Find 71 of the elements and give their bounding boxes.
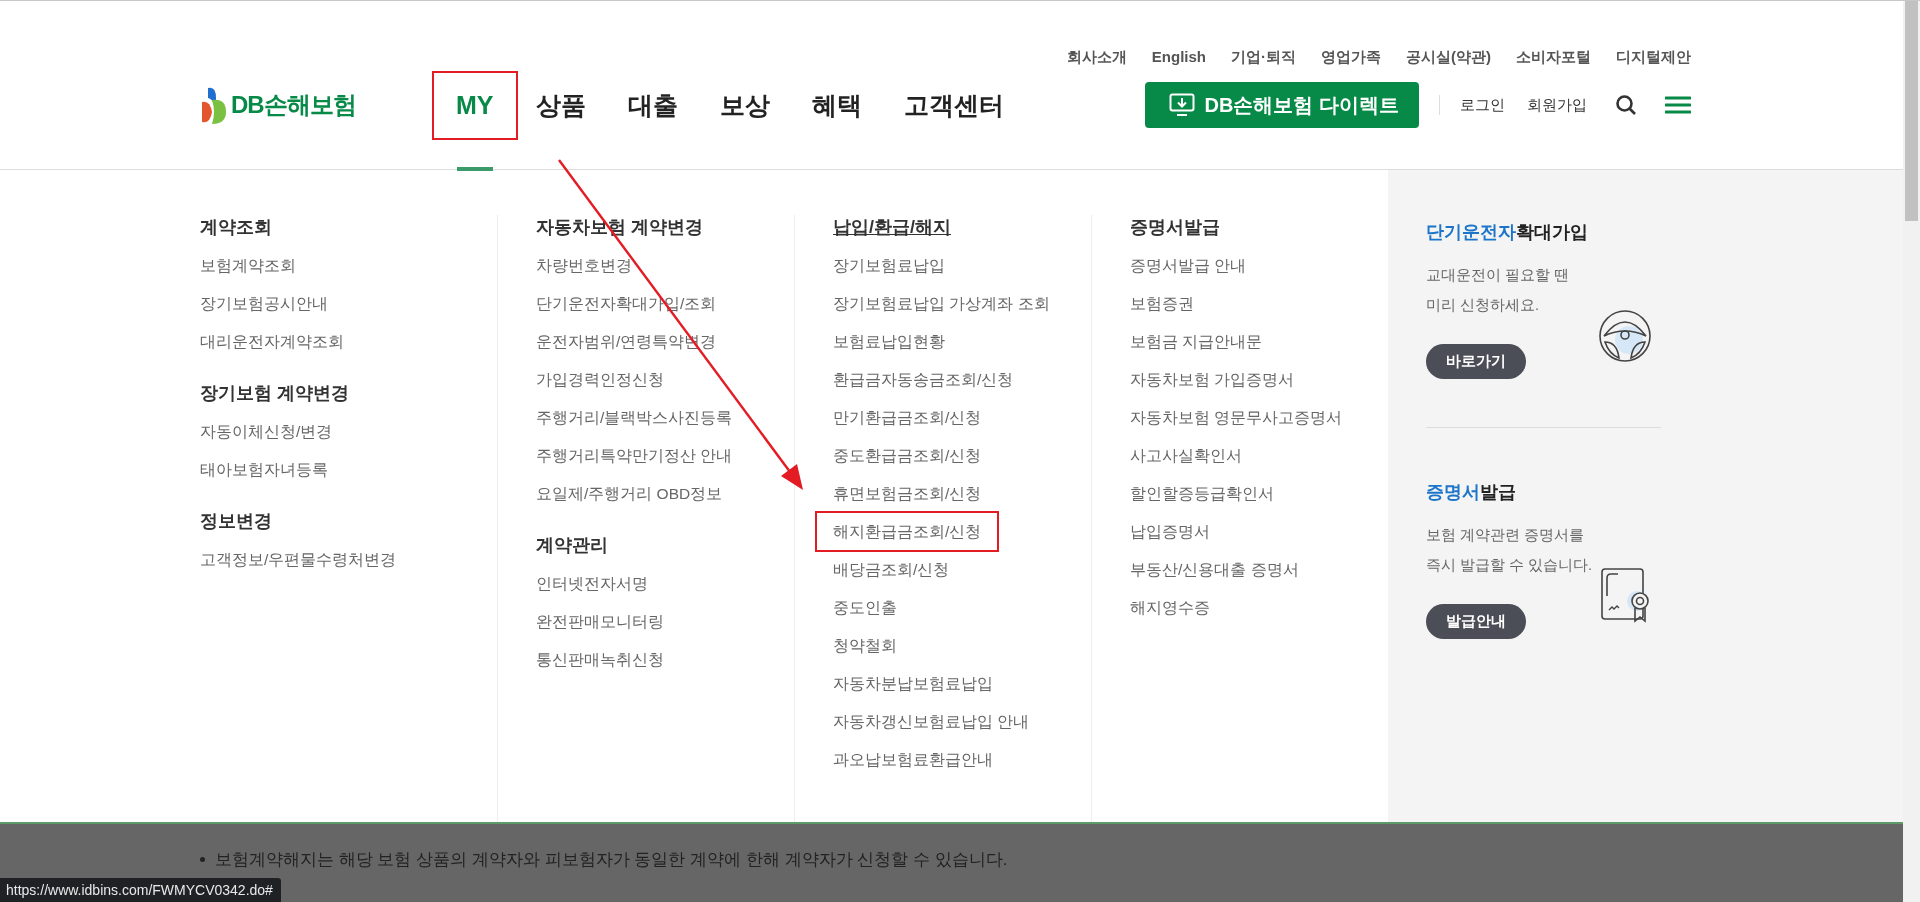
menu-item[interactable]: 가입경력인정신청 bbox=[518, 367, 682, 392]
menu-item[interactable]: 증명서발급 안내 bbox=[1112, 253, 1265, 278]
menu-item[interactable]: 완전판매모니터링 bbox=[518, 609, 682, 634]
menu-item[interactable]: 고객정보/우편물수령처변경 bbox=[182, 547, 415, 572]
menu-item[interactable]: 자동차갱신보험료납입 안내 bbox=[815, 709, 1048, 734]
menu-icon[interactable] bbox=[1665, 95, 1691, 115]
menu-item[interactable]: 해지환급금조회/신청 bbox=[815, 511, 1000, 552]
utility-link[interactable]: 기업·퇴직 bbox=[1231, 48, 1296, 67]
promo-button[interactable]: 바로가기 bbox=[1426, 344, 1526, 379]
menu-item[interactable]: 자동차보험 영문무사고증명서 bbox=[1112, 405, 1361, 430]
logo-text[interactable]: DB손해보험 bbox=[231, 89, 356, 121]
promo-description: 교대운전이 필요할 땐 bbox=[1426, 266, 1571, 285]
menu-item[interactable]: 보험금 지급안내문 bbox=[1112, 329, 1281, 354]
nav-tab[interactable]: MY bbox=[432, 70, 518, 140]
utility-link[interactable]: 소비자포털 bbox=[1516, 48, 1591, 67]
search-icon[interactable] bbox=[1615, 94, 1637, 116]
menu-item[interactable]: 통신판매녹취신청 bbox=[518, 647, 682, 672]
menu-item[interactable]: 인터넷전자서명 bbox=[518, 571, 666, 596]
promo-title: 증명서발급 bbox=[1426, 481, 1517, 504]
menu-item[interactable]: 청약철회 bbox=[815, 633, 915, 658]
menu-item[interactable]: 주행거리/블랙박스사진등록 bbox=[518, 405, 751, 430]
menu-item[interactable]: 환급금자동송금조회/신청 bbox=[815, 367, 1032, 392]
notice-text: 보험계약해지는 해당 보험 상품의 계약자와 피보험자가 동일한 계약에 한해 계약자가 신청할 수 있습니다. bbox=[200, 848, 1903, 871]
menu-item[interactable]: 대리운전자계약조회 bbox=[182, 329, 362, 354]
menu-item[interactable]: 장기보험공시안내 bbox=[182, 291, 346, 316]
promo-description: 즉시 발급할 수 있습니다. bbox=[1426, 556, 1594, 575]
menu-item[interactable]: 보험증권 bbox=[1112, 291, 1212, 316]
utility-link[interactable]: 디지털제안 bbox=[1616, 48, 1691, 67]
menu-item[interactable]: 자동차보험 가입증명서 bbox=[1112, 367, 1313, 392]
promo-description: 미리 신청하세요. bbox=[1426, 296, 1541, 315]
menu-heading[interactable]: 납입/환급/해지 bbox=[833, 215, 951, 239]
menu-item[interactable]: 중도인출 bbox=[815, 595, 915, 620]
menu-item[interactable]: 할인할증등급확인서 bbox=[1112, 481, 1292, 506]
utility-link[interactable]: 공시실(약관) bbox=[1406, 48, 1491, 67]
status-url: https://www.idbins.com/FWMYCV0342.do# bbox=[0, 878, 281, 902]
menu-item[interactable]: 중도환급금조회/신청 bbox=[815, 443, 1000, 468]
menu-heading[interactable]: 증명서발급 bbox=[1130, 215, 1220, 239]
utility-link[interactable]: 회사소개 bbox=[1066, 48, 1127, 67]
menu-item[interactable]: 요일제/주행거리 OBD정보 bbox=[518, 481, 741, 506]
promo-button[interactable]: 발급안내 bbox=[1426, 604, 1526, 639]
menu-heading[interactable]: 계약관리 bbox=[536, 533, 608, 557]
menu-item[interactable]: 태아보험자녀등록 bbox=[182, 457, 346, 482]
menu-item[interactable]: 만기환급금조회/신청 bbox=[815, 405, 1000, 430]
utility-link[interactable]: English bbox=[1151, 48, 1206, 67]
menu-heading[interactable]: 장기보험 계약변경 bbox=[200, 381, 349, 405]
menu-item[interactable]: 차량번호변경 bbox=[518, 253, 650, 278]
menu-item[interactable]: 과오납보험료환급안내 bbox=[815, 747, 1011, 772]
menu-item[interactable]: 장기보험료납입 bbox=[815, 253, 963, 278]
menu-item[interactable]: 보험료납입현황 bbox=[815, 329, 963, 354]
menu-item[interactable]: 자동차분납보험료납입 bbox=[815, 671, 1011, 696]
login-link[interactable]: 로그인 bbox=[1460, 95, 1505, 115]
menu-item[interactable]: 납입증명서 bbox=[1112, 519, 1228, 544]
utility-link[interactable]: 영업가족 bbox=[1321, 48, 1381, 67]
menu-item[interactable]: 해지영수증 bbox=[1112, 595, 1228, 620]
menu-item[interactable]: 주행거리특약만기정산 안내 bbox=[518, 443, 751, 468]
menu-item[interactable]: 휴면보험금조회/신청 bbox=[815, 481, 1000, 506]
promo-title: 단기운전자확대가입 bbox=[1426, 221, 1589, 244]
register-link[interactable]: 회원가입 bbox=[1527, 95, 1587, 115]
menu-heading[interactable]: 정보변경 bbox=[200, 509, 272, 533]
menu-item[interactable]: 장기보험료납입 가상계좌 조회 bbox=[815, 291, 1068, 316]
menu-heading[interactable]: 계약조회 bbox=[200, 215, 272, 239]
monitor-download-icon bbox=[1168, 93, 1195, 117]
steering-wheel-icon bbox=[1597, 308, 1653, 364]
menu-item[interactable]: 보험계약조회 bbox=[182, 253, 314, 278]
scrollbar[interactable] bbox=[1903, 1, 1920, 902]
menu-item[interactable]: 배당금조회/신청 bbox=[815, 557, 968, 582]
menu-item[interactable]: 사고사실확인서 bbox=[1112, 443, 1260, 468]
direct-button[interactable]: DB손해보험 다이렉트 bbox=[1144, 82, 1419, 128]
menu-item[interactable]: 부동산/신용대출 증명서 bbox=[1112, 557, 1317, 582]
promo-description: 보험 계약관련 증명서를 bbox=[1426, 526, 1586, 545]
menu-item[interactable]: 자동이체신청/변경 bbox=[182, 419, 351, 444]
